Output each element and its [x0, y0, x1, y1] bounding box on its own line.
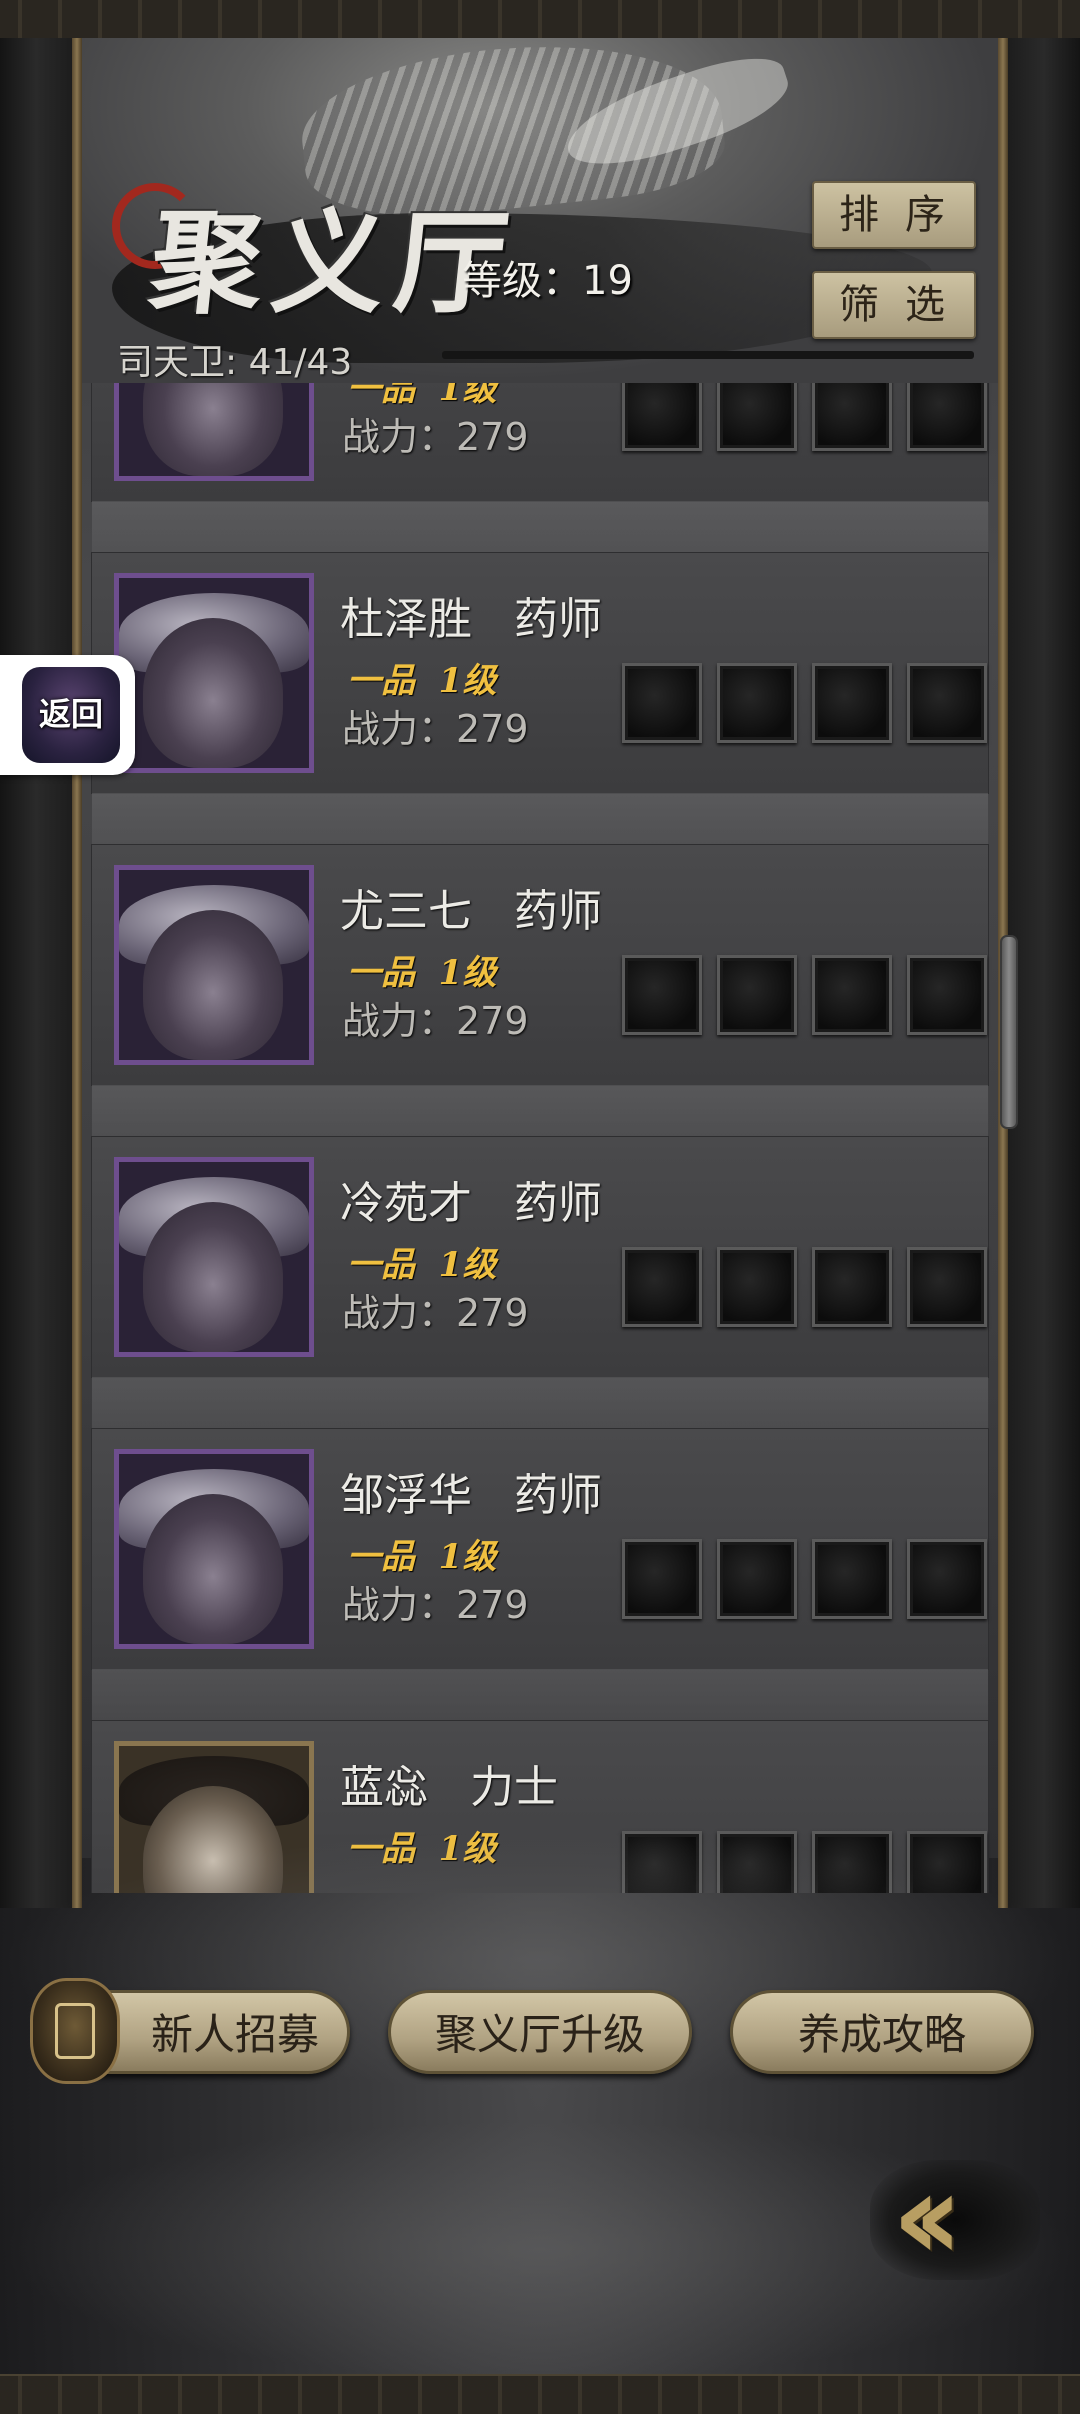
empty-slot-icon[interactable]: [907, 1539, 987, 1619]
header-divider: [442, 351, 974, 359]
hero-name: 杜泽胜 药师: [340, 594, 602, 645]
left-pillar: [0, 38, 80, 1908]
game-screen: 聚义厅 等级：19 司天卫: 41/43 排序 筛选 一品 1级 战力：279: [0, 0, 1080, 2414]
empty-slot-icon[interactable]: [907, 663, 987, 743]
card-separator: [92, 501, 988, 553]
guard-count: 司天卫: 41/43: [117, 342, 353, 383]
top-border: [0, 0, 1080, 40]
empty-slot-icon[interactable]: [812, 383, 892, 451]
equipment-slots: [622, 663, 992, 749]
card-separator: [92, 1085, 988, 1137]
collapse-button[interactable]: ‹‹: [870, 2150, 1040, 2290]
back-button[interactable]: 返回: [0, 655, 135, 775]
double-chevron-left-icon: ‹‹: [892, 2148, 963, 2287]
hall-panel: 聚义厅 等级：19 司天卫: 41/43 排序 筛选 一品 1级 战力：279: [82, 38, 998, 1893]
hero-name: 冷苑才 药师: [340, 1178, 602, 1229]
empty-slot-icon[interactable]: [907, 955, 987, 1035]
emblem-glyph: [55, 2003, 95, 2059]
empty-slot-icon[interactable]: [622, 1539, 702, 1619]
recruit-emblem-icon[interactable]: [30, 1978, 120, 2084]
empty-slot-icon[interactable]: [717, 1247, 797, 1327]
hero-list[interactable]: 一品 1级 战力：279 杜泽胜 药师 一品 1级 战力：279 尤三七 药师 …: [82, 383, 998, 1893]
hall-upgrade-button[interactable]: 聚义厅升级: [388, 1990, 692, 2074]
card-separator: [92, 793, 988, 845]
empty-slot-icon[interactable]: [717, 383, 797, 451]
training-guide-button[interactable]: 养成攻略: [730, 1990, 1034, 2074]
hero-power: 战力：279: [342, 415, 529, 459]
hero-name: 邹浮华 药师: [340, 1470, 602, 1521]
equipment-slots: [622, 1247, 992, 1333]
empty-slot-icon[interactable]: [622, 955, 702, 1035]
hero-card[interactable]: 冷苑才 药师 一品 1级 战力：279: [92, 1137, 988, 1377]
hero-portrait: [114, 383, 314, 481]
empty-slot-icon[interactable]: [812, 955, 892, 1035]
card-separator: [92, 1669, 988, 1721]
hero-power: 战力：279: [342, 707, 529, 751]
equipment-slots: [622, 955, 992, 1041]
hero-portrait: [114, 573, 314, 773]
hero-rank: 一品 1级: [347, 1537, 497, 1577]
sort-button[interactable]: 排序: [812, 181, 976, 249]
hero-power: 战力：279: [342, 999, 529, 1043]
empty-slot-icon[interactable]: [812, 663, 892, 743]
hero-rank: 一品 1级: [347, 661, 497, 701]
left-rail: [72, 38, 82, 1908]
equipment-slots: [622, 383, 992, 457]
hero-card[interactable]: 杜泽胜 药师 一品 1级 战力：279: [92, 553, 988, 793]
empty-slot-icon[interactable]: [907, 1247, 987, 1327]
empty-slot-icon[interactable]: [622, 383, 702, 451]
hero-rank: 一品 1级: [347, 1245, 497, 1285]
back-label: 返回: [38, 695, 103, 733]
hero-power: 战力：279: [342, 1583, 529, 1627]
filter-button[interactable]: 筛选: [812, 271, 976, 339]
empty-slot-icon[interactable]: [717, 1539, 797, 1619]
hero-power: 战力：279: [342, 1291, 529, 1335]
empty-slot-icon[interactable]: [812, 1247, 892, 1327]
empty-slot-icon[interactable]: [622, 1247, 702, 1327]
hero-name: 蓝惢 力士: [340, 1762, 558, 1813]
hero-portrait: [114, 865, 314, 1065]
hero-rank: 一品 1级: [347, 953, 497, 993]
hero-card[interactable]: 尤三七 药师 一品 1级 战力：279: [92, 845, 988, 1085]
hero-card[interactable]: 邹浮华 药师 一品 1级 战力：279: [92, 1429, 988, 1669]
list-scrollbar[interactable]: [1000, 935, 1018, 1129]
empty-slot-icon[interactable]: [907, 383, 987, 451]
hero-portrait: [114, 1157, 314, 1357]
equipment-slots: [622, 1539, 992, 1625]
empty-slot-icon[interactable]: [622, 663, 702, 743]
hall-header: 聚义厅 等级：19 司天卫: 41/43 排序 筛选: [82, 38, 998, 383]
empty-slot-icon[interactable]: [717, 663, 797, 743]
hall-level: 等级：19: [462, 258, 633, 304]
bottom-border: [0, 2374, 1080, 2414]
hero-card[interactable]: 一品 1级 战力：279: [92, 383, 988, 501]
empty-slot-icon[interactable]: [717, 955, 797, 1035]
card-separator: [92, 1377, 988, 1429]
empty-slot-icon[interactable]: [812, 1539, 892, 1619]
hero-name: 尤三七 药师: [340, 886, 602, 937]
hero-portrait: [114, 1449, 314, 1649]
